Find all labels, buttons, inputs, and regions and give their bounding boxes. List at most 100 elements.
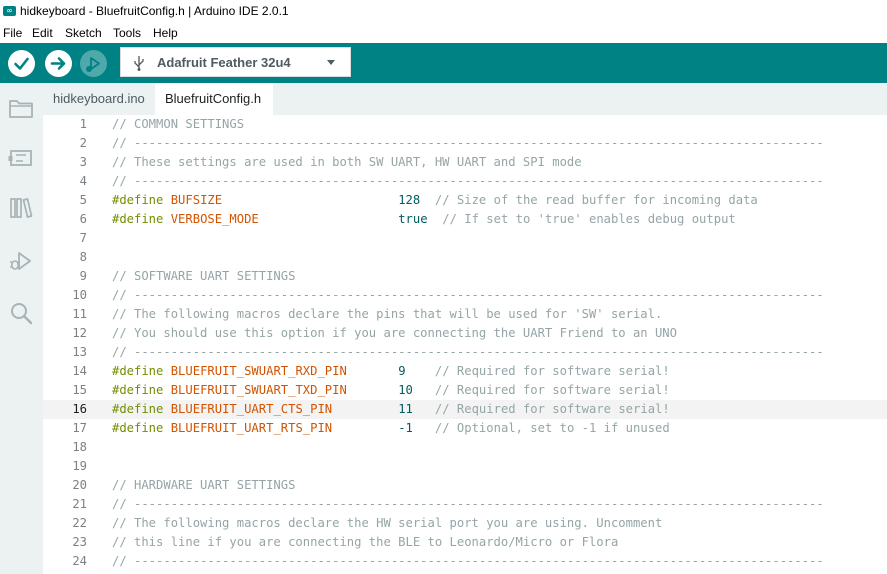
code-text: // HARDWARE UART SETTINGS — [112, 476, 295, 495]
upload-button[interactable] — [45, 50, 72, 77]
menu-bar: File Edit Sketch Tools Help — [0, 23, 887, 43]
code-text: #define BLUEFRUIT_UART_RTS_PIN -1 // Opt… — [112, 419, 670, 438]
board-icon[interactable] — [8, 145, 34, 171]
code-comment: // Required for software serial! — [434, 383, 670, 397]
menu-tools[interactable]: Tools — [113, 26, 141, 40]
code-comment: // SOFTWARE UART SETTINGS — [112, 269, 296, 283]
code-line[interactable]: 10 // -----------------------------------… — [43, 286, 887, 305]
code-line[interactable]: 20 // HARDWARE UART SETTINGS — [43, 476, 887, 495]
window-title: hidkeyboard - BluefruitConfig.h | Arduin… — [20, 4, 289, 18]
line-number: 5 — [79, 193, 87, 207]
code-line[interactable]: 2 // ------------------------------------… — [43, 134, 887, 153]
code-line[interactable]: 4 // ------------------------------------… — [43, 172, 887, 191]
padding — [420, 193, 435, 207]
search-icon[interactable] — [8, 300, 34, 326]
padding — [413, 421, 435, 435]
code-text: // The following macros declare the pins… — [112, 305, 662, 324]
code-line[interactable]: 18 — [43, 438, 887, 457]
tab-bluefruitconfig-h[interactable]: BluefruitConfig.h — [155, 83, 273, 115]
line-number: 21 — [72, 497, 87, 511]
line-number: 8 — [79, 250, 87, 264]
code-comment: // The following macros declare the HW s… — [112, 516, 663, 530]
code-comment: // COMMON SETTINGS — [112, 117, 245, 131]
code-line[interactable]: 23 // this line if you are connecting the… — [43, 533, 887, 552]
padding — [347, 383, 398, 397]
code-editor[interactable]: 1 // COMMON SETTINGS 2 // -----------------… — [43, 115, 887, 574]
code-text: #define VERBOSE_MODE true // If set to '… — [112, 210, 736, 229]
line-number: 14 — [72, 364, 87, 378]
macro-name: BLUEFRUIT_SWUART_TXD_PIN — [170, 383, 347, 397]
checkmark-icon — [14, 57, 29, 70]
code-line[interactable]: 13 // -----------------------------------… — [43, 343, 887, 362]
code-line[interactable]: 17 #define BLUEFRUIT_UART_RTS_PIN -1 // O… — [43, 419, 887, 438]
code-line[interactable]: 21 // -----------------------------------… — [43, 495, 887, 514]
macro-value: 128 — [398, 193, 421, 207]
debug-icon[interactable] — [8, 248, 34, 274]
code-comment: // If set to 'true' enables debug output — [442, 212, 736, 226]
code-line[interactable]: 11 // The following macros declare the pi… — [43, 305, 887, 324]
line-number: 18 — [72, 440, 87, 454]
define-keyword: #define — [112, 402, 164, 416]
line-number: 6 — [79, 212, 87, 226]
tab-hidkeyboard-ino[interactable]: hidkeyboard.ino — [43, 83, 155, 115]
padding — [332, 421, 398, 435]
code-line[interactable]: 15 #define BLUEFRUIT_SWUART_TXD_PIN 10 //… — [43, 381, 887, 400]
line-number: 2 — [79, 136, 87, 150]
line-number: 19 — [72, 459, 87, 473]
code-line[interactable]: 22 // The following macros declare the HW… — [43, 514, 887, 533]
code-comment: // this line if you are connecting the B… — [112, 535, 619, 549]
arduino-logo-icon: ∞ — [3, 6, 16, 16]
code-line[interactable]: 8 — [43, 248, 887, 267]
debug-button[interactable] — [80, 50, 107, 77]
menu-sketch[interactable]: Sketch — [65, 26, 102, 40]
line-number: 16 — [72, 402, 87, 416]
line-number: 3 — [79, 155, 87, 169]
padding — [332, 402, 398, 416]
code-text: // -------------------------------------… — [112, 172, 824, 191]
code-line[interactable]: 14 #define BLUEFRUIT_SWUART_RXD_PIN 9 // … — [43, 362, 887, 381]
code-text: // -------------------------------------… — [112, 343, 824, 362]
padding — [413, 402, 435, 416]
tab-label: BluefruitConfig.h — [165, 91, 262, 106]
macro-name: BUFSIZE — [170, 193, 223, 207]
line-number: 17 — [72, 421, 87, 435]
code-comment: // Size of the read buffer for incoming … — [434, 193, 758, 207]
tab-label: hidkeyboard.ino — [53, 91, 145, 106]
line-number: 10 — [72, 288, 87, 302]
code-line[interactable]: 9 // SOFTWARE UART SETTINGS — [43, 267, 887, 286]
menu-help[interactable]: Help — [153, 26, 178, 40]
folder-icon[interactable] — [8, 95, 34, 121]
macro-value: true — [398, 212, 428, 226]
title-bar: ∞ hidkeyboard - BluefruitConfig.h | Ardu… — [0, 0, 887, 23]
code-text: #define BUFSIZE 128 // Size of the read … — [112, 191, 758, 210]
padding — [259, 212, 398, 226]
code-line[interactable]: 7 — [43, 229, 887, 248]
padding — [347, 364, 398, 378]
arrow-right-icon — [50, 57, 66, 70]
code-text: // this line if you are connecting the B… — [112, 533, 618, 552]
code-comment: // Required for software serial! — [434, 364, 670, 378]
code-line[interactable]: 24 // -----------------------------------… — [43, 552, 887, 571]
code-line[interactable]: 5 #define BUFSIZE 128 // Size of the read… — [43, 191, 887, 210]
code-text: // -------------------------------------… — [112, 552, 824, 571]
code-text: // These settings are used in both SW UA… — [112, 153, 582, 172]
menu-file[interactable]: File — [3, 26, 22, 40]
code-line[interactable]: 6 #define VERBOSE_MODE true // If set to … — [43, 210, 887, 229]
code-line[interactable]: 12 // You should use this option if you a… — [43, 324, 887, 343]
code-line[interactable]: 3 // These settings are used in both SW U… — [43, 153, 887, 172]
code-comment: // These settings are used in both SW UA… — [112, 155, 582, 169]
code-line[interactable]: 16 #define BLUEFRUIT_UART_CTS_PIN 11 // R… — [43, 400, 887, 419]
macro-name: BLUEFRUIT_SWUART_RXD_PIN — [170, 364, 347, 378]
code-comment: // -------------------------------------… — [112, 288, 824, 302]
code-line[interactable]: 19 — [43, 457, 887, 476]
menu-edit[interactable]: Edit — [32, 26, 53, 40]
board-selector[interactable]: Adafruit Feather 32u4 — [120, 47, 351, 77]
verify-button[interactable] — [8, 50, 35, 77]
code-line[interactable]: 1 // COMMON SETTINGS — [43, 115, 887, 134]
library-icon[interactable] — [8, 195, 34, 221]
